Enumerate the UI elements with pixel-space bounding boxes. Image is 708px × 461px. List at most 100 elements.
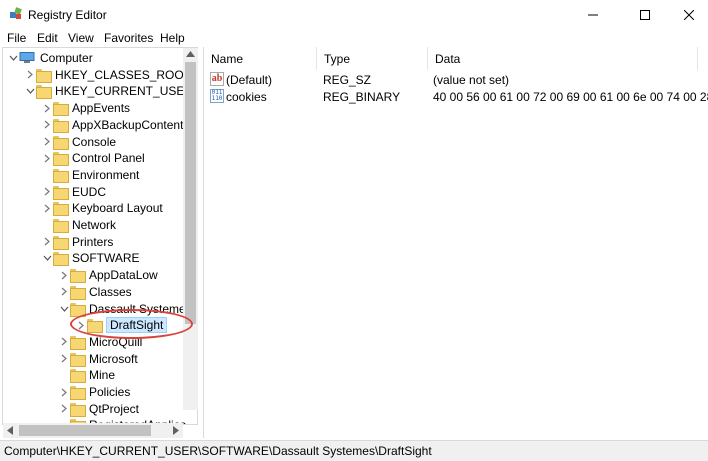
maximize-icon [640, 9, 650, 20]
chevron-right-icon[interactable] [58, 267, 70, 283]
registry-editor-icon [10, 7, 22, 19]
close-icon [684, 9, 694, 20]
annotation-ellipse [70, 309, 193, 339]
tree-item-label: Computer [40, 51, 93, 65]
value-name: cookies [226, 90, 267, 104]
folder-icon [53, 252, 69, 267]
value-data: (value not set) [433, 73, 510, 87]
tree-item[interactable]: Policies [58, 384, 130, 400]
value-type: REG_BINARY [323, 90, 401, 104]
menu-edit[interactable]: Edit [37, 31, 58, 45]
folder-icon [53, 235, 69, 250]
close-button[interactable] [666, 0, 708, 29]
chevron-right-icon[interactable] [24, 67, 36, 83]
folder-icon [53, 185, 69, 200]
value-data: 40 00 56 00 61 00 72 00 69 00 61 00 6e 0… [433, 90, 708, 104]
chevron-down-icon[interactable] [7, 50, 19, 66]
chevron-down-icon[interactable] [24, 83, 36, 99]
tree-item-label: Console [72, 134, 117, 149]
menu-help[interactable]: Help [160, 31, 185, 45]
tree-vertical-scrollbar[interactable] [183, 48, 198, 410]
folder-icon [70, 352, 86, 367]
tree-item-label: Environment [72, 167, 140, 182]
tree-item-label: SOFTWARE [72, 251, 140, 266]
folder-icon [36, 85, 52, 100]
chevron-down-icon[interactable] [58, 301, 70, 317]
binary-value-icon: 011 110 [210, 89, 224, 103]
folder-icon [70, 335, 86, 350]
menu-favorites[interactable]: Favorites [104, 31, 153, 45]
tree-item[interactable]: AppDataLow [58, 267, 158, 284]
tree-item[interactable]: Mine [58, 367, 115, 384]
tree-item[interactable]: Network [41, 217, 116, 233]
scroll-up-icon[interactable] [186, 51, 195, 57]
tree-item[interactable]: Printers [41, 234, 113, 250]
value-row[interactable]: 011 110 cookies REG_BINARY 40 00 56 00 61… [204, 89, 708, 106]
tree-item[interactable]: SOFTWARE [41, 250, 140, 267]
column-header-type[interactable]: Type [317, 47, 428, 70]
chevron-right-icon[interactable] [41, 117, 53, 133]
column-header-name[interactable]: Name [204, 47, 317, 70]
tree-horizontal-scrollbar[interactable] [3, 423, 183, 438]
tree-item-label: Microsoft [89, 351, 138, 366]
folder-icon [53, 102, 69, 117]
values-list[interactable]: Name Type Data ab (Default) REG_SZ (valu… [203, 47, 708, 438]
folder-icon [53, 168, 69, 183]
tree-item-label: Control Panel [72, 151, 145, 166]
tree-item-label: EUDC [72, 184, 107, 199]
title-bar: Registry Editor [0, 0, 708, 29]
vertical-scroll-thumb[interactable] [185, 62, 196, 324]
horizontal-scroll-thumb[interactable] [19, 425, 151, 436]
value-type: REG_SZ [323, 73, 372, 87]
chevron-right-icon[interactable] [41, 100, 53, 116]
menu-view[interactable]: View [68, 31, 94, 45]
folder-icon [36, 68, 52, 83]
tree-item[interactable]: Console [41, 134, 116, 150]
tree-item[interactable]: Keyboard Layout [41, 200, 163, 217]
chevron-right-icon[interactable] [41, 134, 53, 150]
minimize-button[interactable] [570, 0, 616, 29]
chevron-right-icon[interactable] [41, 150, 53, 166]
tree-item-label: AppXBackupContentT [72, 117, 191, 132]
tree-item[interactable]: AppXBackupContentT [41, 117, 191, 133]
chevron-right-icon[interactable] [41, 184, 53, 200]
tree-item[interactable]: HKEY_CLASSES_ROOT [24, 67, 191, 83]
tree-item[interactable]: AppEvents [41, 100, 131, 117]
tree-item-label: AppEvents [72, 101, 131, 116]
tree-item[interactable]: Microsoft [58, 351, 138, 367]
tree-item-label: Classes [89, 284, 132, 299]
tree-item[interactable]: HKEY_CURRENT_USER [24, 83, 193, 100]
computer-icon [19, 52, 35, 64]
registry-tree[interactable]: Computer HKEY_CLASSES_ROOT HKEY_CURRENT_US… [2, 47, 198, 425]
tree-item[interactable]: Classes [58, 284, 132, 300]
value-name: (Default) [226, 73, 273, 87]
tree-item[interactable]: Environment [41, 167, 139, 183]
chevron-right-icon[interactable] [58, 401, 70, 417]
folder-icon [53, 202, 69, 217]
tree-item[interactable]: Control Panel [41, 150, 145, 167]
tree-item[interactable]: Computer [7, 50, 93, 66]
menu-bar: File Edit View Favorites Help [0, 29, 708, 47]
chevron-right-icon[interactable] [41, 200, 53, 216]
folder-icon [70, 369, 86, 384]
chevron-right-icon[interactable] [41, 234, 53, 250]
chevron-right-icon[interactable] [58, 384, 70, 400]
tree-item-label: Keyboard Layout [72, 201, 163, 216]
status-bar-path: Computer\HKEY_CURRENT_USER\SOFTWARE\Dass… [0, 440, 708, 461]
maximize-button[interactable] [622, 0, 668, 29]
folder-icon [53, 135, 69, 150]
scroll-right-icon[interactable] [173, 426, 179, 435]
chevron-down-icon[interactable] [41, 250, 53, 266]
value-row[interactable]: ab (Default) REG_SZ (value not set) [204, 72, 704, 89]
tree-item-label: Network [72, 218, 117, 232]
scroll-left-icon[interactable] [7, 426, 13, 435]
folder-icon [70, 402, 86, 417]
chevron-right-icon[interactable] [58, 351, 70, 367]
folder-icon [70, 386, 86, 400]
column-header-data[interactable]: Data [428, 47, 698, 70]
chevron-right-icon[interactable] [58, 334, 70, 350]
chevron-right-icon[interactable] [58, 284, 70, 300]
tree-item[interactable]: EUDC [41, 184, 106, 200]
tree-item[interactable]: QtProject [58, 401, 139, 417]
menu-file[interactable]: File [7, 31, 26, 45]
